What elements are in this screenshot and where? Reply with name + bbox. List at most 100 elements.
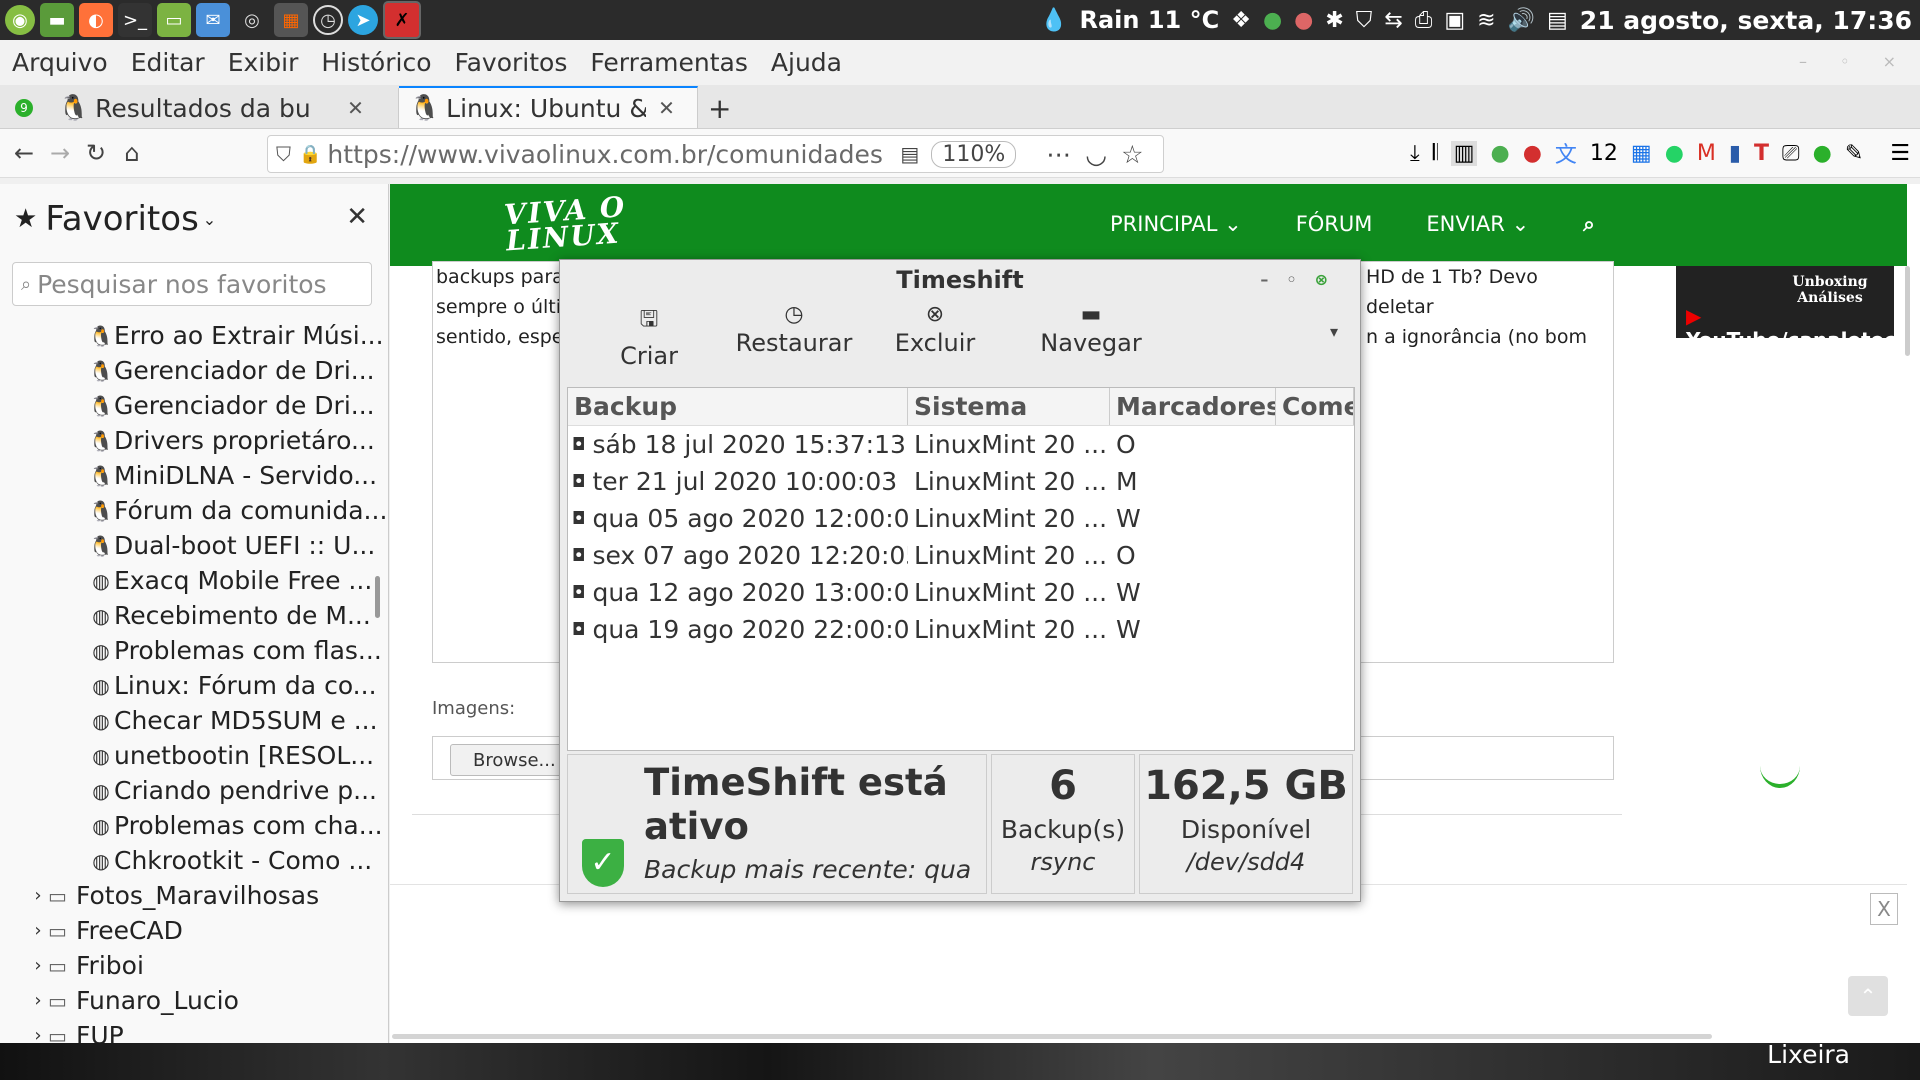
chart-icon[interactable]: ▮: [1729, 141, 1741, 166]
shield-icon[interactable]: ⛉: [1356, 8, 1373, 33]
chevron-down-icon[interactable]: ▾: [1330, 322, 1338, 341]
home-button[interactable]: ⌂: [114, 139, 150, 167]
printer-icon[interactable]: ⎙: [1415, 8, 1433, 33]
chevron-right-icon[interactable]: ›: [28, 990, 48, 1011]
menu-ajuda[interactable]: Ajuda: [771, 48, 842, 77]
close-tab-icon[interactable]: ✕: [347, 96, 364, 120]
column-comentarios[interactable]: Comer: [1276, 388, 1354, 425]
zoom-indicator[interactable]: 110%: [931, 140, 1017, 168]
gmail-icon[interactable]: M: [1697, 141, 1716, 166]
bookmark-item[interactable]: ◍ Checar MD5SUM e ...: [0, 703, 388, 738]
show-desktop-icon[interactable]: ▬: [40, 3, 74, 37]
calendar-icon[interactable]: ▦: [1631, 141, 1652, 166]
screenshot-icon[interactable]: ▣: [1444, 8, 1465, 33]
bookmark-item[interactable]: 🐧 MiniDLNA - Servido...: [0, 458, 388, 493]
table-row[interactable]: ◘ qua 19 ago 2020 22:00:04 LinuxMint 20 .…: [568, 611, 1354, 648]
back-button[interactable]: ←: [6, 139, 42, 167]
page-actions-icon[interactable]: ⋯: [1046, 140, 1071, 169]
column-backup[interactable]: Backup: [568, 388, 908, 425]
close-tab-icon[interactable]: ✕: [658, 96, 675, 120]
extension3-icon[interactable]: ✎: [1845, 141, 1863, 166]
table-row[interactable]: ◘ ter 21 jul 2020 10:00:03 LinuxMint 20 .…: [568, 463, 1354, 500]
shield-icon[interactable]: ⛉: [276, 142, 291, 166]
table-row[interactable]: ◘ qua 12 ago 2020 13:00:03 LinuxMint 20 .…: [568, 574, 1354, 611]
scroll-top-button[interactable]: ⌃: [1848, 976, 1888, 1016]
bookmark-folder[interactable]: › ▭ Funaro_Lucio: [0, 983, 388, 1018]
mint-menu-icon[interactable]: ◉: [5, 5, 35, 35]
menu-favoritos[interactable]: Favoritos: [455, 48, 568, 77]
window-title-bar[interactable]: Timeshift –◦⊗: [560, 260, 1360, 300]
column-marcadores[interactable]: Marcadores: [1110, 388, 1276, 425]
delete-button[interactable]: ⊗ Excluir: [885, 302, 985, 357]
table-row[interactable]: ◘ qua 05 ago 2020 12:00:03 LinuxMint 20 .…: [568, 500, 1354, 537]
horizontal-scrollbar[interactable]: [392, 1034, 1712, 1039]
browse-button[interactable]: ▬ Navegar: [1026, 302, 1156, 357]
maximize-icon[interactable]: ◦: [1286, 270, 1314, 289]
nav-forum[interactable]: FÓRUM: [1296, 212, 1373, 237]
reader-view-icon[interactable]: ▤: [900, 142, 919, 166]
bookmark-folder[interactable]: › ▭ FreeCAD: [0, 913, 388, 948]
sidebar-header[interactable]: ★ Favoritos ⌄ ✕: [0, 184, 388, 254]
ad-banner[interactable]: Unboxing Análises ▶ YouTube/canaletech: [1676, 266, 1910, 352]
tab-resultados[interactable]: 🐧 Resultados da bu ✕: [48, 88, 399, 128]
notes-icon[interactable]: ▤: [1547, 8, 1568, 33]
bookmark-folder[interactable]: › ▭ Fotos_Maravilhosas: [0, 878, 388, 913]
window-controls[interactable]: – ◦ ×: [1799, 52, 1910, 71]
translate-icon[interactable]: 文: [1555, 137, 1577, 169]
column-sistema[interactable]: Sistema: [908, 388, 1110, 425]
tab-badge-icon[interactable]: 9: [0, 88, 48, 128]
red-app-icon[interactable]: ✗: [383, 1, 421, 39]
bluetooth-icon[interactable]: ✱: [1325, 8, 1343, 33]
bookmark-item[interactable]: ◍ Recebimento de M...: [0, 598, 388, 633]
forward-button[interactable]: →: [42, 139, 78, 167]
bookmark-star-icon[interactable]: ☆: [1121, 140, 1143, 169]
create-button[interactable]: 🖫 Criar: [604, 302, 694, 370]
trash-label[interactable]: Lixeira: [1767, 1040, 1850, 1069]
chevron-right-icon[interactable]: ›: [28, 955, 48, 976]
extension-icon[interactable]: ●: [1490, 141, 1509, 166]
clock[interactable]: 21 agosto, sexta, 17:36: [1580, 6, 1912, 35]
files-icon[interactable]: ▭: [157, 3, 191, 37]
download-icon[interactable]: ⤓: [1410, 141, 1420, 166]
new-tab-button[interactable]: +: [698, 88, 741, 128]
library-icon[interactable]: 𝄃: [1433, 141, 1438, 166]
chevron-right-icon[interactable]: ›: [28, 885, 48, 906]
close-icon[interactable]: ⊗: [1315, 270, 1346, 289]
menu-icon[interactable]: ☰: [1890, 141, 1910, 166]
bookmark-item[interactable]: ◍ Problemas com flas...: [0, 633, 388, 668]
dropbox-icon[interactable]: ❖: [1231, 8, 1251, 33]
bookmark-item[interactable]: 🐧 Erro ao Extrair Músi...: [0, 318, 388, 353]
webcam-icon[interactable]: ◎: [235, 3, 269, 37]
network-icon[interactable]: ⇆: [1384, 8, 1402, 33]
mail-icon[interactable]: ✉: [196, 3, 230, 37]
menu-arquivo[interactable]: Arquivo: [12, 48, 108, 77]
close-icon[interactable]: ✕: [346, 202, 368, 232]
bookmark-search-input[interactable]: ⌕ Pesquisar nos favoritos: [12, 262, 372, 306]
minimize-icon[interactable]: –: [1260, 270, 1286, 289]
table-row[interactable]: ◘ sex 07 ago 2020 12:20:05 LinuxMint 20 .…: [568, 537, 1354, 574]
weather[interactable]: Rain 11 °C: [1080, 6, 1220, 34]
bookmark-item[interactable]: ◍ Chkrootkit - Como ...: [0, 843, 388, 878]
reload-button[interactable]: ↻: [78, 139, 114, 167]
sync-icon[interactable]: ●: [1263, 8, 1282, 33]
menu-ferramentas[interactable]: Ferramentas: [590, 48, 748, 77]
lock-icon[interactable]: 🔒: [299, 144, 321, 165]
table-row[interactable]: ◘ sáb 18 jul 2020 15:37:13 LinuxMint 20 .…: [568, 426, 1354, 463]
nav-principal[interactable]: PRINCIPAL ⌄: [1110, 212, 1242, 237]
bookmark-item[interactable]: 🐧 Gerenciador de Dri...: [0, 353, 388, 388]
chevron-down-icon[interactable]: ⌄: [203, 210, 216, 229]
firefox-icon[interactable]: ◐: [79, 3, 113, 37]
volume-icon[interactable]: 🔊: [1508, 8, 1535, 33]
close-ad-button[interactable]: X: [1870, 893, 1898, 925]
menu-editar[interactable]: Editar: [131, 48, 205, 77]
bookmark-folder[interactable]: › ▭ Friboi: [0, 948, 388, 983]
bookmark-item[interactable]: ◍ Linux: Fórum da co...: [0, 668, 388, 703]
calculator-icon[interactable]: ▦: [274, 3, 308, 37]
badge-count[interactable]: 12: [1590, 141, 1618, 166]
extension2-icon[interactable]: ●: [1813, 141, 1832, 166]
wifi-icon[interactable]: ≋: [1477, 8, 1495, 33]
telegram-icon[interactable]: ➤: [348, 5, 378, 35]
sidebar-scrollbar[interactable]: [375, 576, 380, 618]
bookmark-item[interactable]: ◍ Problemas com cha...: [0, 808, 388, 843]
bookmark-item[interactable]: 🐧 Gerenciador de Dri...: [0, 388, 388, 423]
